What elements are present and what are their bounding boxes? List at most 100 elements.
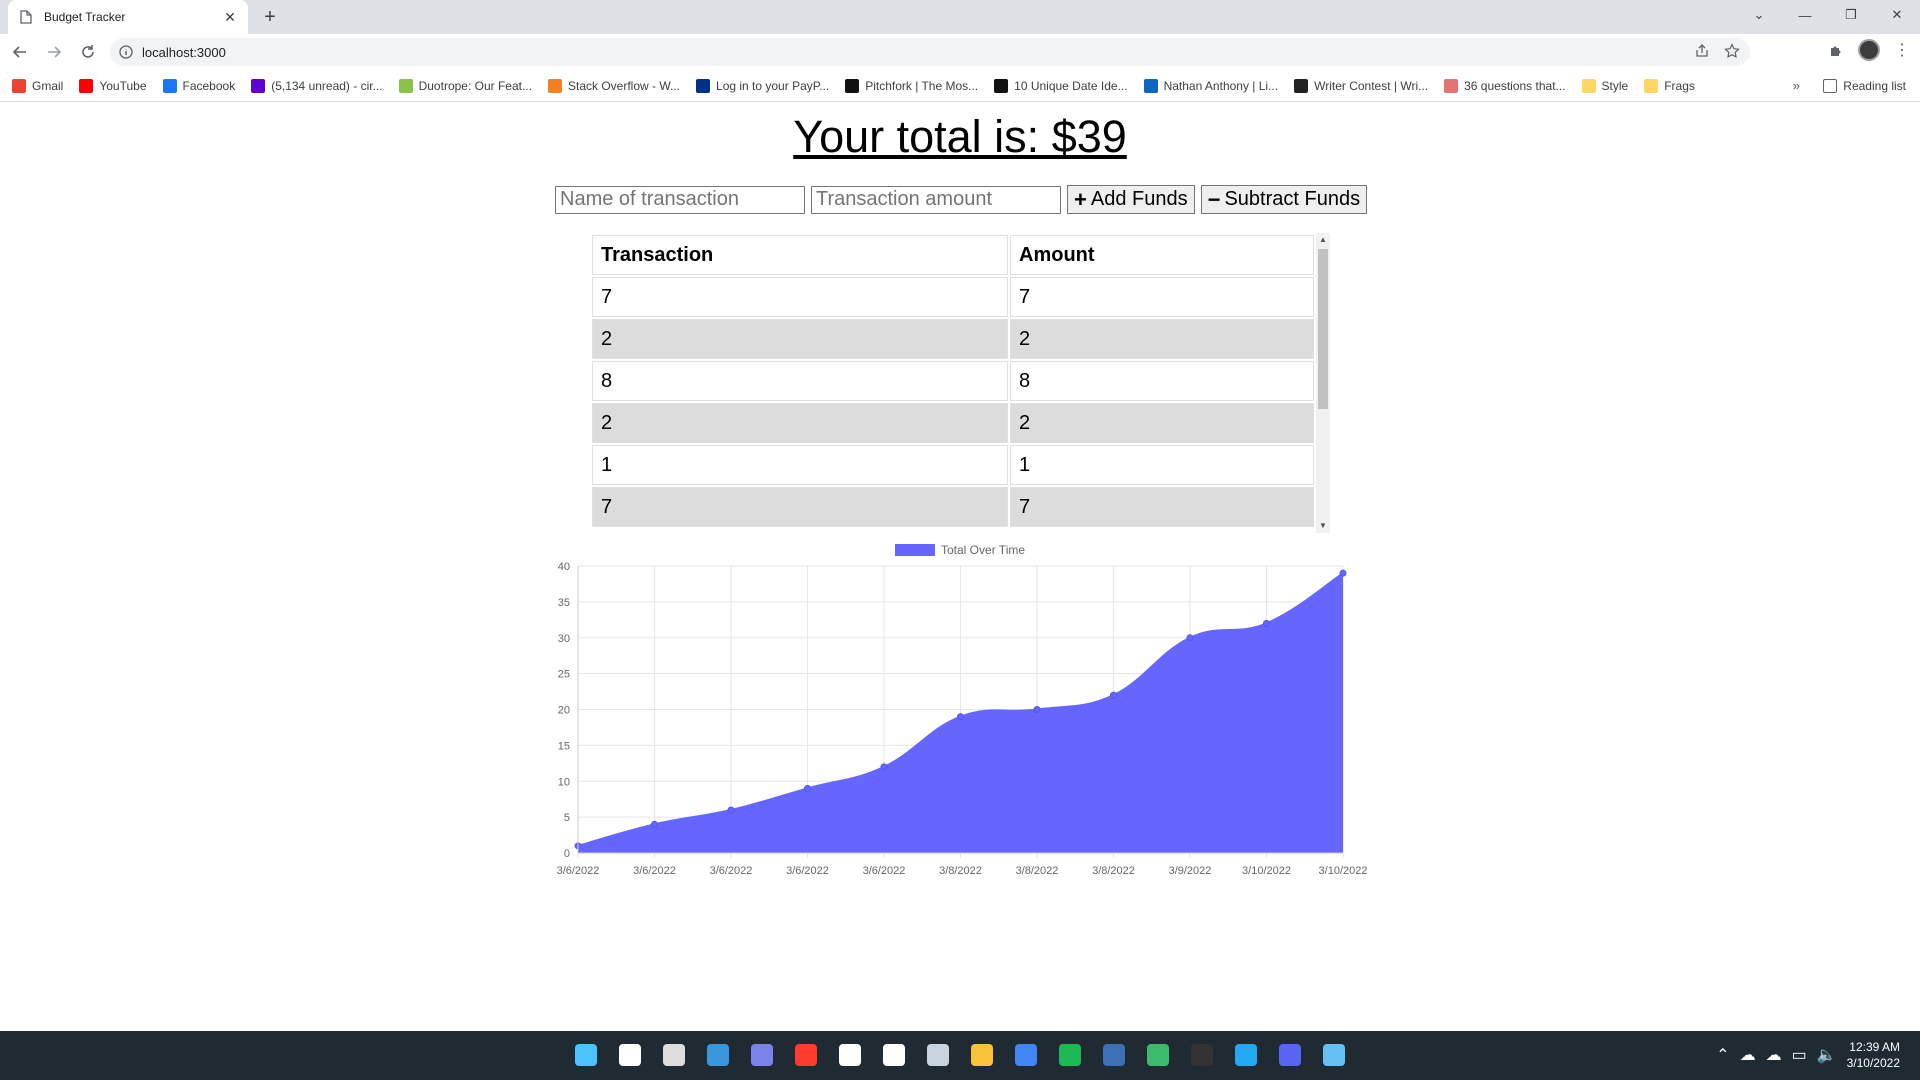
onedrive-icon[interactable]: ☁ bbox=[1740, 1045, 1756, 1065]
scroll-down-arrow-icon[interactable]: ▼ bbox=[1316, 519, 1330, 533]
profile-avatar[interactable] bbox=[1858, 39, 1880, 61]
clock-time: 12:39 AM bbox=[1849, 1040, 1900, 1054]
red-diamond-app-icon[interactable] bbox=[790, 1039, 822, 1071]
share-icon[interactable] bbox=[1694, 43, 1710, 64]
windows-start-icon-glyph bbox=[575, 1044, 597, 1066]
bookmark-item[interactable]: Writer Contest | Wri... bbox=[1294, 78, 1429, 93]
bookmark-item[interactable]: Stack Overflow - W... bbox=[547, 78, 681, 93]
dropbox-icon[interactable] bbox=[834, 1039, 866, 1071]
tab-budget-tracker[interactable]: Budget Tracker ✕ bbox=[8, 0, 248, 34]
tray-chevron-icon[interactable]: ⌃ bbox=[1716, 1045, 1729, 1065]
task-view-icon[interactable] bbox=[658, 1039, 690, 1071]
y-tick-label: 35 bbox=[558, 597, 570, 609]
search-icon[interactable] bbox=[614, 1039, 646, 1071]
bookmark-favicon-icon bbox=[1644, 78, 1659, 93]
bookmark-item[interactable]: Log in to your PayP... bbox=[696, 78, 829, 93]
scroll-thumb[interactable] bbox=[1318, 249, 1328, 409]
y-tick-label: 10 bbox=[558, 776, 570, 788]
menu-icon[interactable]: ⋮ bbox=[1890, 38, 1914, 62]
terminal-icon-glyph bbox=[1191, 1044, 1213, 1066]
close-window-icon[interactable]: ✕ bbox=[1874, 0, 1920, 30]
amount-cell: 7 bbox=[1010, 277, 1314, 317]
data-point bbox=[804, 784, 811, 792]
bookmark-label: Gmail bbox=[32, 78, 64, 93]
back-icon[interactable] bbox=[6, 38, 34, 66]
bookmark-item[interactable]: Nathan Anthony | Li... bbox=[1143, 78, 1278, 93]
transaction-cell: 7 bbox=[592, 277, 1008, 317]
transaction-amount-input[interactable] bbox=[811, 185, 1061, 214]
x-tick-label: 3/9/2022 bbox=[1169, 865, 1212, 877]
data-point bbox=[727, 806, 735, 814]
teams-chat-icon[interactable] bbox=[746, 1039, 778, 1071]
spotify-icon[interactable] bbox=[1054, 1039, 1086, 1071]
header-amount: Amount bbox=[1010, 235, 1314, 275]
chrome-icon[interactable] bbox=[1010, 1039, 1042, 1071]
subtract-funds-button[interactable]: − Subtract Funds bbox=[1200, 185, 1368, 214]
bolt-app-icon[interactable] bbox=[878, 1039, 910, 1071]
bookmark-item[interactable]: Frags bbox=[1644, 78, 1695, 93]
discord-icon[interactable] bbox=[1274, 1039, 1306, 1071]
extensions-icon[interactable] bbox=[1824, 38, 1848, 62]
subtract-funds-label: Subtract Funds bbox=[1224, 188, 1361, 210]
bookmark-star-icon[interactable] bbox=[1724, 43, 1740, 64]
transaction-cell: 7 bbox=[592, 487, 1008, 527]
new-tab-button[interactable]: + bbox=[258, 5, 282, 29]
add-funds-button[interactable]: + Add Funds bbox=[1067, 185, 1195, 214]
steam-icon-2-glyph bbox=[1323, 1044, 1345, 1066]
clock[interactable]: 12:39 AM 3/10/2022 bbox=[1847, 1039, 1900, 1071]
bookmark-item[interactable]: Gmail bbox=[12, 78, 64, 93]
transaction-name-input[interactable] bbox=[555, 185, 805, 214]
bookmark-label: YouTube bbox=[99, 78, 147, 93]
bookmarks-overflow-icon[interactable]: » bbox=[1793, 78, 1800, 93]
transactions-table-container[interactable]: Transaction Amount 772288221177 bbox=[590, 233, 1330, 533]
bookmark-favicon-icon bbox=[994, 78, 1009, 93]
bookmark-favicon-icon bbox=[696, 78, 711, 93]
y-tick-label: 30 bbox=[558, 633, 570, 645]
amount-cell: 1 bbox=[1010, 445, 1314, 485]
total-heading: Your total is: $39 bbox=[793, 111, 1127, 162]
steam-icon-glyph bbox=[927, 1044, 949, 1066]
data-point bbox=[1339, 569, 1347, 577]
close-icon[interactable]: ✕ bbox=[222, 9, 238, 25]
cloud-upload-icon[interactable]: ☁ bbox=[1766, 1045, 1782, 1065]
dropbox-icon-glyph bbox=[839, 1044, 861, 1066]
windows-start-icon[interactable] bbox=[570, 1039, 602, 1071]
vscode-icon[interactable] bbox=[1230, 1039, 1262, 1071]
address-bar[interactable]: localhost:3000 bbox=[110, 38, 1750, 66]
bookmark-item[interactable]: Style bbox=[1581, 78, 1628, 93]
bookmark-item[interactable]: Pitchfork | The Mos... bbox=[845, 78, 978, 93]
bookmark-label: Writer Contest | Wri... bbox=[1314, 78, 1429, 93]
bookmark-item[interactable]: Duotrope: Our Feat... bbox=[398, 78, 532, 93]
bookmark-label: Stack Overflow - W... bbox=[567, 78, 681, 93]
steam-icon-2[interactable] bbox=[1318, 1039, 1350, 1071]
discord-icon-glyph bbox=[1279, 1044, 1301, 1066]
table-row: 22 bbox=[592, 403, 1314, 443]
task-view-icon-glyph bbox=[663, 1044, 685, 1066]
network-icon[interactable]: ▭ bbox=[1792, 1045, 1807, 1065]
reload-icon[interactable] bbox=[74, 38, 102, 66]
steam-icon[interactable] bbox=[922, 1039, 954, 1071]
terminal-icon[interactable] bbox=[1186, 1039, 1218, 1071]
reading-list-button[interactable]: Reading list bbox=[1823, 70, 1906, 102]
bookmark-item[interactable]: 10 Unique Date Ide... bbox=[994, 78, 1128, 93]
file-explorer-icon-glyph bbox=[971, 1044, 993, 1066]
bookmark-item[interactable]: Facebook bbox=[162, 78, 235, 93]
leaf-app-icon[interactable] bbox=[1142, 1039, 1174, 1071]
restore-icon[interactable]: ❐ bbox=[1828, 0, 1874, 30]
widgets-icon-glyph bbox=[707, 1044, 729, 1066]
notepad-icon[interactable] bbox=[1098, 1039, 1130, 1071]
forward-icon[interactable] bbox=[40, 38, 68, 66]
bookmark-item[interactable]: (5,134 unread) - cir... bbox=[251, 78, 383, 93]
widgets-icon[interactable] bbox=[702, 1039, 734, 1071]
bookmark-item[interactable]: 36 questions that... bbox=[1444, 78, 1566, 93]
minimize-icon[interactable]: — bbox=[1782, 0, 1828, 30]
scroll-up-arrow-icon[interactable]: ▲ bbox=[1316, 233, 1330, 247]
volume-icon[interactable]: 🔈 bbox=[1817, 1045, 1837, 1065]
file-explorer-icon[interactable] bbox=[966, 1039, 998, 1071]
table-row: 22 bbox=[592, 319, 1314, 359]
bookmark-item[interactable]: YouTube bbox=[79, 78, 147, 93]
bookmark-label: Duotrope: Our Feat... bbox=[418, 78, 532, 93]
site-info-icon[interactable] bbox=[118, 44, 134, 60]
tab-search-icon[interactable]: ⌄ bbox=[1736, 0, 1782, 30]
table-scrollbar[interactable]: ▲ ▼ bbox=[1316, 233, 1330, 533]
